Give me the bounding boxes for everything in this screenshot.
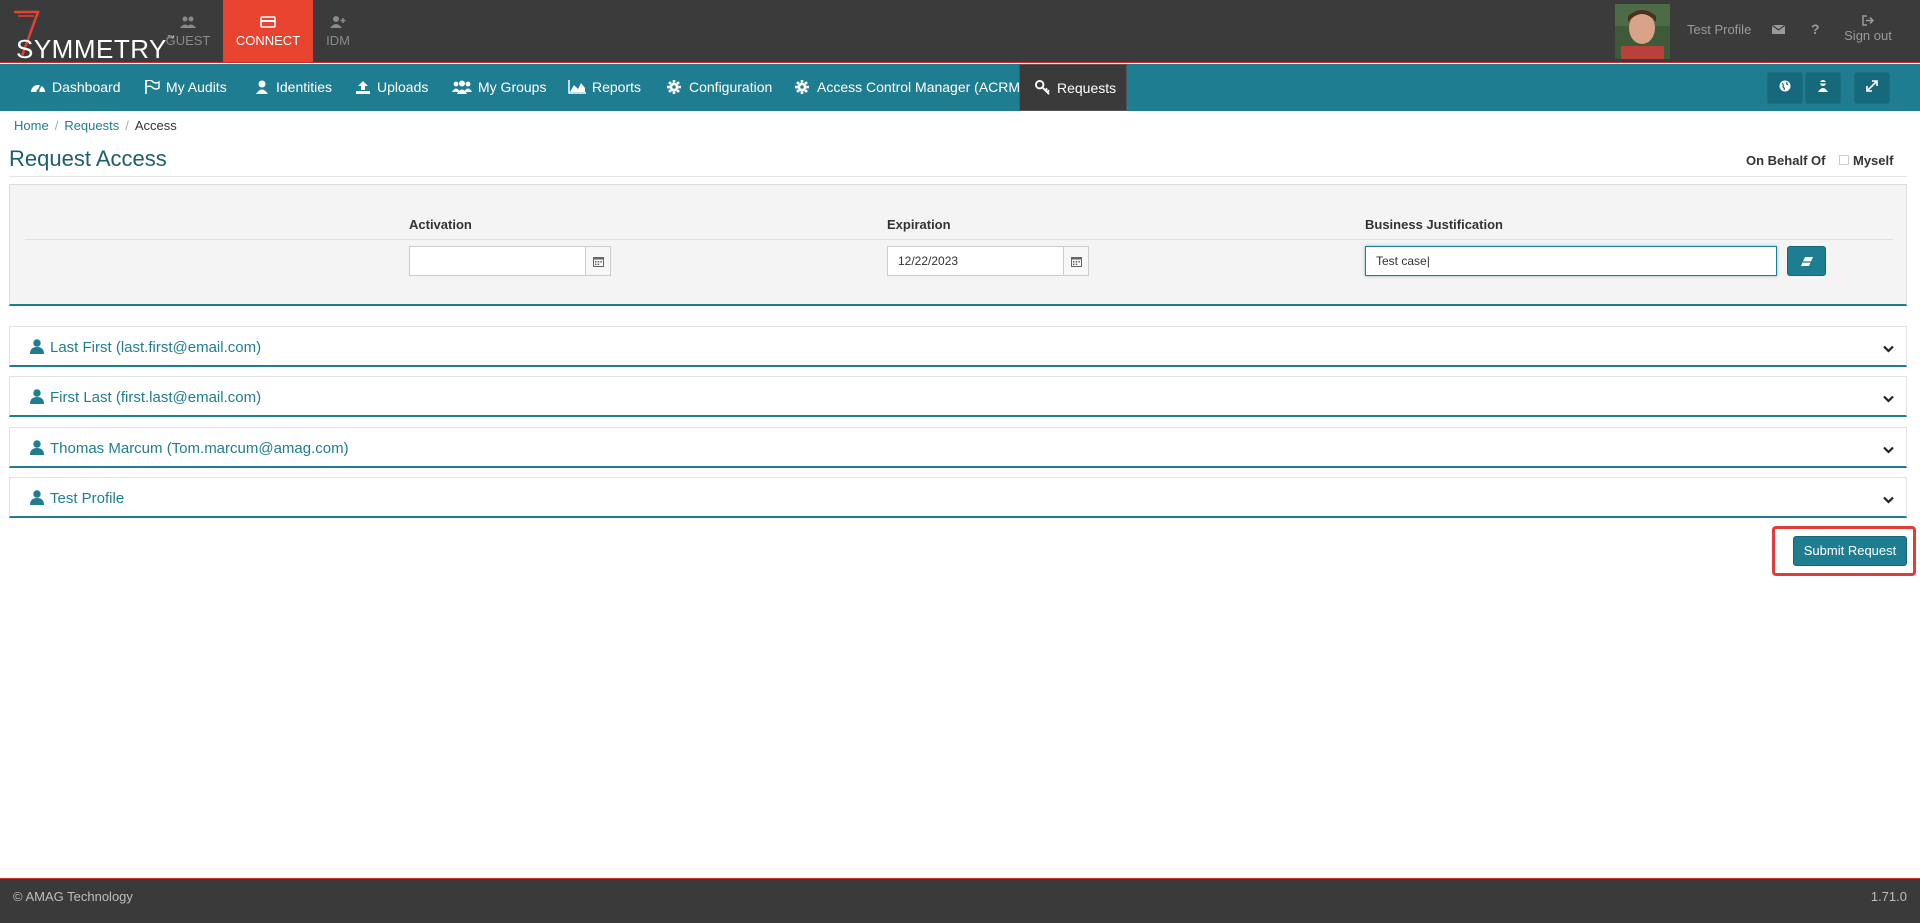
breadcrumb: Home / Requests / Access <box>14 118 177 133</box>
on-behalf-of-label: On Behalf Of <box>1746 153 1826 168</box>
breadcrumb-current: Access <box>134 118 177 133</box>
avatar[interactable] <box>1615 4 1670 59</box>
breadcrumb-requests[interactable]: Requests <box>64 118 119 133</box>
expiration-label: Expiration <box>887 217 951 232</box>
calendar-icon <box>1070 255 1082 270</box>
nav-label: My Groups <box>478 79 547 95</box>
expand-icon <box>1866 80 1878 95</box>
module-label: CONNECT <box>235 33 301 48</box>
nav-reports[interactable]: Reports <box>568 64 641 111</box>
area-chart-icon <box>568 66 586 94</box>
flag-icon <box>144 66 160 94</box>
module-guest[interactable]: GUEST <box>143 0 233 62</box>
page-title: Request Access <box>9 146 167 171</box>
recipient-name: Thomas Marcum (Tom.marcum@amag.com) <box>50 440 349 457</box>
breadcrumb-separator: / <box>54 118 59 133</box>
nav-my-groups[interactable]: My Groups <box>452 64 546 111</box>
top-bar: SYMMETRY™ GUEST CONNECT IDM Test Profile… <box>0 0 1920 64</box>
recipient-panel[interactable]: Thomas Marcum (Tom.marcum@amag.com) <box>9 427 1907 468</box>
version: 1.71.0 <box>1870 889 1907 904</box>
gear-icon <box>795 66 811 94</box>
sign-out-label: Sign out <box>1844 28 1892 43</box>
mail-icon[interactable] <box>1771 23 1786 38</box>
myself-checkbox[interactable] <box>1839 155 1849 165</box>
nav-configuration[interactable]: Configuration <box>667 64 772 111</box>
nav-label: Requests <box>1057 80 1117 96</box>
user-secret-icon <box>1817 80 1829 95</box>
user-icon <box>30 339 44 357</box>
sign-out-button[interactable]: Sign out <box>1838 14 1898 43</box>
nav-label: Access Control Manager (ACRM) <box>817 79 1025 95</box>
justification-label: Business Justification <box>1365 217 1503 232</box>
chevron-down-icon <box>1883 492 1894 507</box>
symmetry-logo[interactable]: SYMMETRY™ <box>8 6 175 64</box>
breadcrumb-separator: / <box>125 118 129 133</box>
user-icon <box>30 389 44 407</box>
expiration-date-input[interactable] <box>887 246 1064 276</box>
nav-identities[interactable]: Identities <box>254 64 332 111</box>
activation-date-input[interactable] <box>409 246 586 276</box>
chevron-down-icon <box>1883 341 1894 356</box>
user-icon <box>30 490 44 508</box>
copyright: © AMAG Technology <box>13 889 133 904</box>
globe-icon <box>1779 80 1791 95</box>
myself-label[interactable]: Myself <box>1853 153 1893 168</box>
footer: © AMAG Technology 1.71.0 <box>0 878 1920 923</box>
activation-label: Activation <box>409 217 472 232</box>
main-nav: Dashboard My Audits Identities Uploads M… <box>0 64 1920 111</box>
module-idm[interactable]: IDM <box>293 0 383 62</box>
nav-dashboard[interactable]: Dashboard <box>30 64 121 111</box>
group-icon <box>452 66 472 94</box>
chevron-down-icon <box>1883 391 1894 406</box>
module-label: GUEST <box>165 33 211 48</box>
dashboard-icon <box>30 66 46 93</box>
expiration-calendar-button[interactable] <box>1063 246 1089 276</box>
fullscreen-button[interactable] <box>1854 72 1890 104</box>
request-form-panel: Activation Expiration Business Justifica… <box>9 184 1907 306</box>
gear-icon <box>667 66 683 94</box>
nav-acrm[interactable]: Access Control Manager (ACRM) <box>795 64 1025 111</box>
nav-uploads[interactable]: Uploads <box>355 64 428 111</box>
divider <box>25 239 1893 240</box>
activation-calendar-button[interactable] <box>585 246 611 276</box>
chevron-down-icon <box>1883 442 1894 457</box>
divider <box>9 176 1907 177</box>
nav-my-audits[interactable]: My Audits <box>144 64 227 111</box>
upload-icon <box>355 66 371 94</box>
user-icon <box>30 440 44 458</box>
sign-out-icon <box>1838 14 1898 28</box>
user-plus-icon <box>293 15 383 31</box>
nav-requests[interactable]: Requests <box>1019 64 1127 111</box>
calendar-icon <box>592 255 604 270</box>
nav-label: My Audits <box>166 79 227 95</box>
lock-button[interactable] <box>1805 72 1841 104</box>
breadcrumb-home[interactable]: Home <box>14 118 49 133</box>
module-label: IDM <box>326 33 350 48</box>
recipient-name: Test Profile <box>50 490 125 507</box>
globe-button[interactable] <box>1767 72 1803 104</box>
key-icon <box>1035 67 1051 95</box>
nav-label: Reports <box>592 79 642 95</box>
recipient-name: Last First (last.first@email.com) <box>50 339 262 356</box>
recipient-panel[interactable]: First Last (first.last@email.com) <box>9 376 1907 417</box>
recipient-panel[interactable]: Test Profile <box>9 477 1907 518</box>
submit-request-button[interactable]: Submit Request <box>1793 536 1907 566</box>
recipient-panel[interactable]: Last First (last.first@email.com) <box>9 326 1907 367</box>
nav-label: Identities <box>276 79 333 95</box>
users-icon <box>143 15 233 31</box>
nav-label: Configuration <box>689 79 773 95</box>
business-justification-input[interactable] <box>1365 246 1777 276</box>
recipient-name: First Last (first.last@email.com) <box>50 389 262 406</box>
nav-label: Dashboard <box>52 79 121 95</box>
clear-button[interactable] <box>1787 246 1826 276</box>
eraser-icon <box>1800 255 1814 270</box>
nav-label: Uploads <box>377 79 429 95</box>
help-icon[interactable]: ? <box>1811 21 1820 37</box>
profile-name[interactable]: Test Profile <box>1687 22 1751 37</box>
user-icon <box>254 66 270 94</box>
